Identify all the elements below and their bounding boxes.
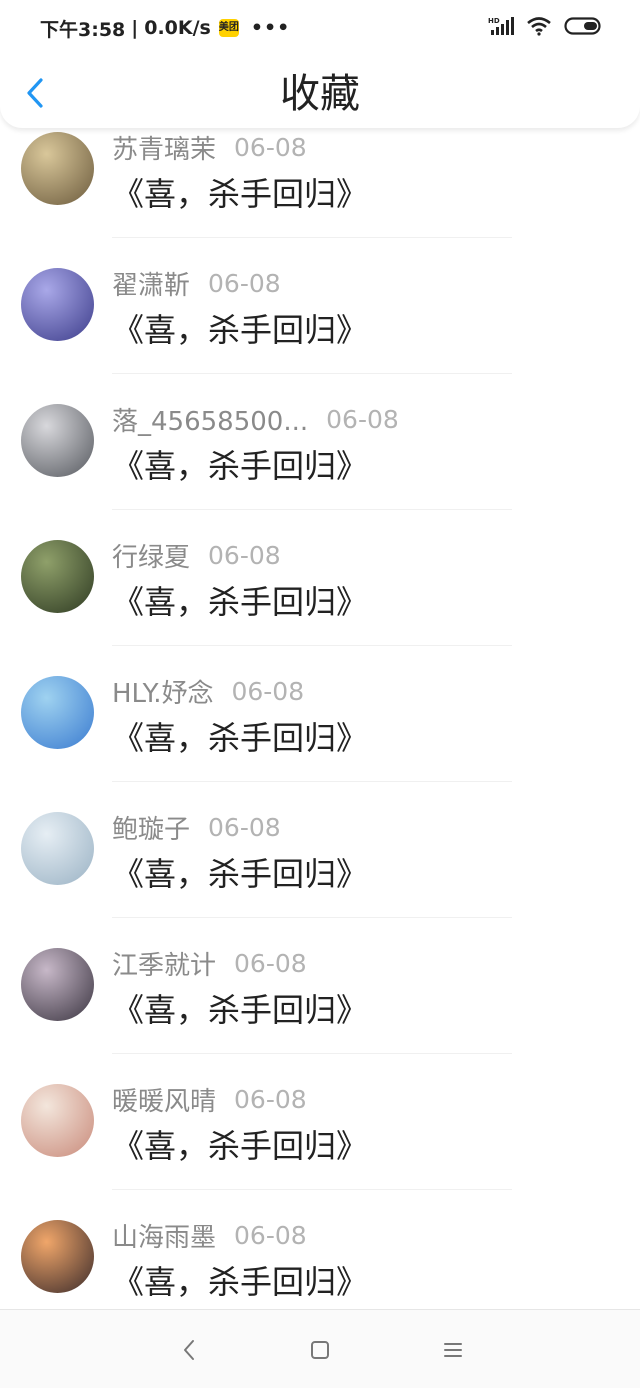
user-name[interactable]: 暖暖风晴 [112, 1081, 216, 1118]
meituan-app-icon: 美团 [218, 19, 239, 37]
item-title[interactable]: 《喜，杀手回归》 [112, 172, 368, 216]
avatar[interactable] [21, 268, 94, 341]
post-date: 06-08 [234, 948, 307, 978]
user-name[interactable]: 山海雨墨 [112, 1217, 216, 1254]
list-item[interactable]: 鲍璇子 06-08 《喜，杀手回归》 [0, 782, 640, 918]
item-title[interactable]: 《喜，杀手回归》 [112, 1124, 368, 1168]
status-separator: | [131, 17, 139, 39]
nav-bar: 收藏 [0, 56, 640, 128]
post-date: 06-08 [208, 812, 281, 842]
menu-key-icon [444, 1343, 462, 1357]
post-date: 06-08 [234, 1084, 307, 1114]
item-header: 落_45658500... 06-08 [112, 401, 399, 438]
user-name[interactable]: 翟潇靳 [112, 265, 190, 302]
home-key-icon [311, 1341, 329, 1359]
user-name[interactable]: HLY.妤念 [112, 673, 213, 710]
network-speed: 0.0K/s [144, 17, 211, 39]
post-date: 06-08 [231, 676, 305, 706]
more-notifications-icon: ••• [250, 17, 291, 39]
list-item[interactable]: 行绿夏 06-08 《喜，杀手回归》 [0, 510, 640, 646]
list-item[interactable]: HLY.妤念 06-08 《喜，杀手回归》 [0, 646, 640, 782]
status-time: 下午3:58 [40, 18, 126, 41]
item-header: HLY.妤念 06-08 [112, 673, 305, 710]
user-name[interactable]: 落_45658500... [112, 401, 308, 438]
item-header: 暖暖风晴 06-08 [112, 1081, 307, 1118]
list-item[interactable]: 江季就计 06-08 《喜，杀手回归》 [0, 918, 640, 1054]
item-title[interactable]: 《喜，杀手回归》 [112, 580, 368, 624]
hd-signal-icon: HD [488, 16, 514, 40]
item-title[interactable]: 《喜，杀手回归》 [112, 988, 368, 1032]
avatar[interactable] [21, 1084, 94, 1157]
list-item[interactable]: 山海雨墨 06-08 《喜，杀手回归》 [0, 1190, 640, 1326]
item-header: 山海雨墨 06-08 [112, 1217, 307, 1254]
avatar[interactable] [21, 540, 94, 613]
list-item[interactable]: 暖暖风晴 06-08 《喜，杀手回归》 [0, 1054, 640, 1190]
status-bar: 下午3:58 | 0.0K/s 美团 ••• HD [0, 0, 640, 56]
avatar[interactable] [21, 948, 94, 1021]
user-name[interactable]: 苏青璃茉 [112, 129, 216, 166]
item-title[interactable]: 《喜，杀手回归》 [112, 444, 368, 488]
user-name[interactable]: 江季就计 [112, 945, 216, 982]
item-header: 翟潇靳 06-08 [112, 265, 281, 302]
post-date: 06-08 [234, 132, 307, 162]
item-title[interactable]: 《喜，杀手回归》 [112, 1260, 368, 1304]
back-key-icon [184, 1340, 194, 1360]
post-date: 06-08 [234, 1220, 307, 1250]
avatar[interactable] [21, 1220, 94, 1293]
avatar[interactable] [21, 404, 94, 477]
avatar[interactable] [21, 132, 94, 205]
system-nav-bar [0, 1309, 640, 1388]
user-name[interactable]: 行绿夏 [112, 537, 190, 574]
system-home-button[interactable] [302, 1332, 338, 1368]
item-header: 江季就计 06-08 [112, 945, 307, 982]
post-date: 06-08 [208, 540, 281, 570]
post-date: 06-08 [208, 268, 281, 298]
list-item[interactable]: 落_45658500... 06-08 《喜，杀手回归》 [0, 374, 640, 510]
svg-text:HD: HD [488, 17, 500, 25]
item-header: 鲍璇子 06-08 [112, 809, 281, 846]
item-header: 苏青璃茉 06-08 [112, 129, 307, 166]
post-date: 06-08 [326, 404, 399, 434]
user-name[interactable]: 鲍璇子 [112, 809, 190, 846]
system-menu-button[interactable] [435, 1332, 471, 1368]
list-item[interactable]: 翟潇靳 06-08 《喜，杀手回归》 [0, 238, 640, 374]
status-right: HD [488, 16, 604, 40]
item-title[interactable]: 《喜，杀手回归》 [112, 852, 368, 896]
wifi-icon [526, 16, 552, 40]
battery-icon [564, 16, 604, 40]
item-title[interactable]: 《喜，杀手回归》 [112, 716, 368, 760]
item-header: 行绿夏 06-08 [112, 537, 281, 574]
favorites-list: 苏青璃茉 06-08 《喜，杀手回归》 翟潇靳 06-08 《喜，杀手回归》 落… [0, 102, 640, 1326]
avatar[interactable] [21, 676, 94, 749]
avatar[interactable] [21, 812, 94, 885]
system-back-button[interactable] [171, 1332, 207, 1368]
status-left: 下午3:58 | 0.0K/s 美团 ••• [40, 14, 290, 42]
page-title: 收藏 [280, 71, 360, 117]
item-title[interactable]: 《喜，杀手回归》 [112, 308, 368, 352]
